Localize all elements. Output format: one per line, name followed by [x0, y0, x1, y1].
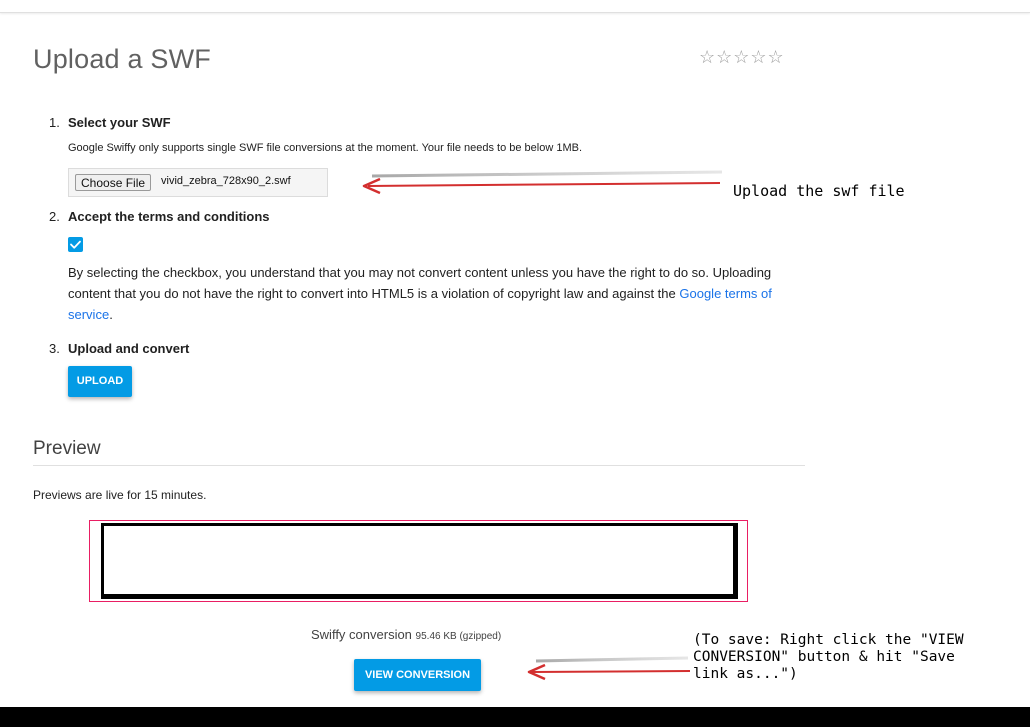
conversion-label: Swiffy conversion — [311, 627, 412, 642]
terms-text-end: . — [109, 307, 113, 322]
save-annotation-line: link as...") — [693, 666, 798, 682]
top-toolbar — [0, 0, 1030, 13]
step-1-number: 1. — [49, 115, 60, 130]
rating-stars[interactable]: ☆☆☆☆☆ — [699, 47, 785, 68]
upload-annotation-arrow — [362, 170, 723, 195]
conversion-size: 95.46 KB (gzipped) — [415, 631, 502, 642]
preview-divider — [33, 465, 805, 466]
terms-text-body: By selecting the checkbox, you understan… — [68, 265, 772, 301]
step-2-number: 2. — [49, 209, 60, 224]
choose-file-button[interactable]: Choose File — [75, 174, 152, 191]
upload-annotation-text: Upload the swf file — [733, 182, 905, 200]
save-annotation-text: (To save: Right click the "VIEW CONVERSI… — [693, 632, 964, 683]
conversion-info: Swiffy conversion 95.46 KB (gzipped) — [311, 627, 501, 642]
upload-button[interactable]: UPLOAD — [68, 366, 132, 397]
banner-preview[interactable] — [101, 523, 738, 599]
step-3-title: Upload and convert — [68, 341, 190, 356]
bottom-bar — [0, 707, 1030, 727]
preview-note: Previews are live for 15 minutes. — [33, 488, 207, 502]
annotation-arrows — [362, 170, 723, 681]
terms-checkbox[interactable] — [68, 237, 83, 252]
file-input[interactable]: Choose File vivid_zebra_728x90_2.swf — [68, 168, 328, 197]
view-annotation-arrow — [527, 656, 691, 681]
view-conversion-button[interactable]: VIEW CONVERSION — [354, 659, 481, 691]
preview-title: Preview — [33, 438, 101, 459]
file-size-info: Google Swiffy only supports single SWF f… — [68, 142, 583, 154]
preview-frame — [89, 520, 748, 602]
save-annotation-line: (To save: Right click the "VIEW — [693, 632, 964, 648]
step-2-title: Accept the terms and conditions — [68, 209, 270, 224]
step-3-number: 3. — [49, 341, 60, 356]
terms-text: By selecting the checkbox, you understan… — [68, 262, 803, 325]
checkmark-icon — [70, 240, 81, 249]
selected-file-name: vivid_zebra_728x90_2.swf — [161, 175, 291, 187]
page-title: Upload a SWF — [33, 44, 211, 74]
step-1-title: Select your SWF — [68, 115, 171, 130]
save-annotation-line: CONVERSION" button & hit "Save — [693, 649, 955, 665]
